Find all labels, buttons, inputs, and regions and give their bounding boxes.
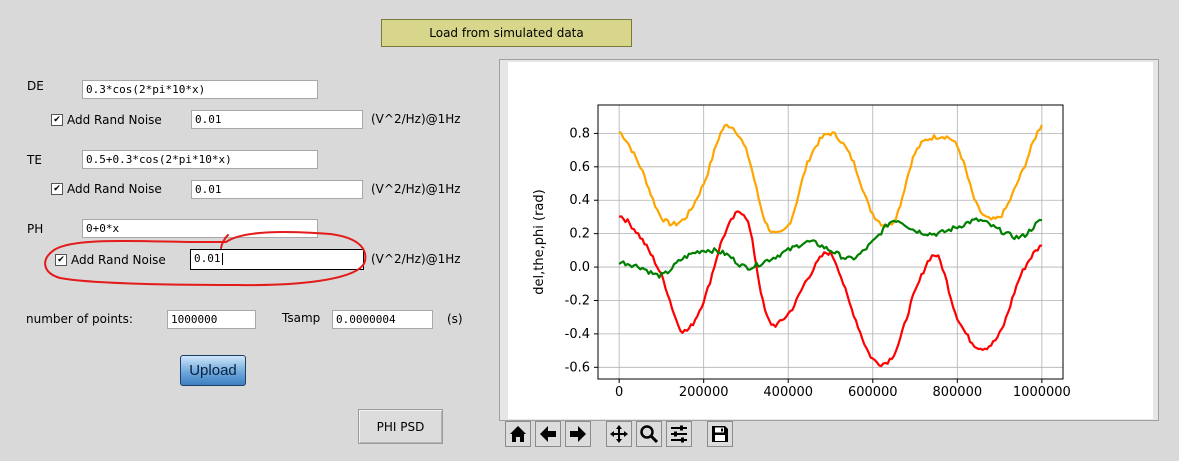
y-tick-label: 0.8 (569, 126, 590, 141)
forward-button[interactable] (565, 421, 591, 447)
pan-icon (610, 425, 628, 443)
y-tick-label: 0.2 (569, 227, 590, 242)
upload-button[interactable]: Upload (180, 355, 246, 386)
de-expression-input[interactable]: 0.3*cos(2*pi*10*x) (82, 80, 318, 99)
back-button[interactable] (535, 421, 561, 447)
zoom-icon (640, 425, 659, 444)
zoom-button[interactable] (636, 421, 662, 447)
configure-subplots-button[interactable] (666, 421, 692, 447)
te-label: TE (27, 153, 42, 167)
de-add-noise-checkbox[interactable]: ✔ Add Rand Noise (51, 110, 162, 129)
home-button[interactable] (505, 421, 531, 447)
te-noise-input[interactable]: 0.01 (191, 180, 363, 199)
x-tick-label: 200000 (679, 385, 729, 400)
y-tick-label: 0.0 (569, 260, 590, 275)
te-add-noise-checkbox[interactable]: ✔ Add Rand Noise (51, 179, 162, 198)
te-checkbox-box[interactable]: ✔ (51, 182, 63, 195)
y-tick-label: 0.4 (569, 193, 590, 208)
de-noise-units: (V^2/Hz)@1Hz (371, 112, 461, 126)
te-add-noise-label: Add Rand Noise (67, 181, 162, 196)
number-of-points-input[interactable]: 1000000 (167, 310, 256, 329)
line-chart[interactable]: 0 200000 400000 600000 800000 1000000 0.8 0.6 0.… (508, 62, 1153, 419)
home-icon (510, 426, 526, 442)
x-tick-label: 1000000 (1013, 385, 1071, 400)
te-noise-units: (V^2/Hz)@1Hz (371, 182, 461, 196)
tsamp-units: (s) (447, 312, 463, 326)
te-expression-input[interactable]: 0.5+0.3*cos(2*pi*10*x) (82, 150, 318, 169)
tsamp-label: Tsamp (282, 311, 321, 325)
save-icon (712, 426, 728, 442)
forward-arrow-icon (570, 426, 586, 442)
load-simulated-data-label: Load from simulated data (429, 26, 584, 40)
tsamp-input[interactable]: 0.0000004 (332, 310, 433, 329)
ph-noise-units: (V^2/Hz)@1Hz (371, 252, 461, 266)
phi-psd-button[interactable]: PHI PSD (358, 409, 443, 444)
de-label: DE (27, 79, 44, 93)
upload-label: Upload (189, 362, 237, 379)
x-tick-label: 400000 (763, 385, 813, 400)
chart-background (508, 62, 1153, 419)
save-button[interactable] (707, 421, 733, 447)
configure-subplots-icon (671, 425, 687, 443)
y-tick-label: -0.2 (565, 293, 590, 308)
y-tick-label: -0.4 (565, 327, 590, 342)
de-noise-input[interactable]: 0.01 (191, 110, 363, 129)
red-annotation-circle (44, 231, 367, 287)
pan-button[interactable] (606, 421, 632, 447)
back-arrow-icon (540, 426, 556, 442)
load-simulated-data-button[interactable]: Load from simulated data (381, 19, 632, 47)
x-tick-label: 0 (615, 385, 623, 400)
x-tick-label: 600000 (848, 385, 898, 400)
y-tick-label: -0.6 (565, 360, 590, 375)
phi-psd-label: PHI PSD (376, 419, 425, 434)
y-axis-label: del,the,phi (rad) (532, 189, 547, 294)
number-of-points-label: number of points: (26, 312, 133, 326)
de-add-noise-label: Add Rand Noise (67, 112, 162, 127)
de-checkbox-box[interactable]: ✔ (51, 113, 63, 126)
y-tick-label: 0.6 (569, 160, 590, 175)
plot-frame: 0 200000 400000 600000 800000 1000000 0.8 0.6 0.… (499, 59, 1159, 421)
x-tick-label: 800000 (932, 385, 982, 400)
